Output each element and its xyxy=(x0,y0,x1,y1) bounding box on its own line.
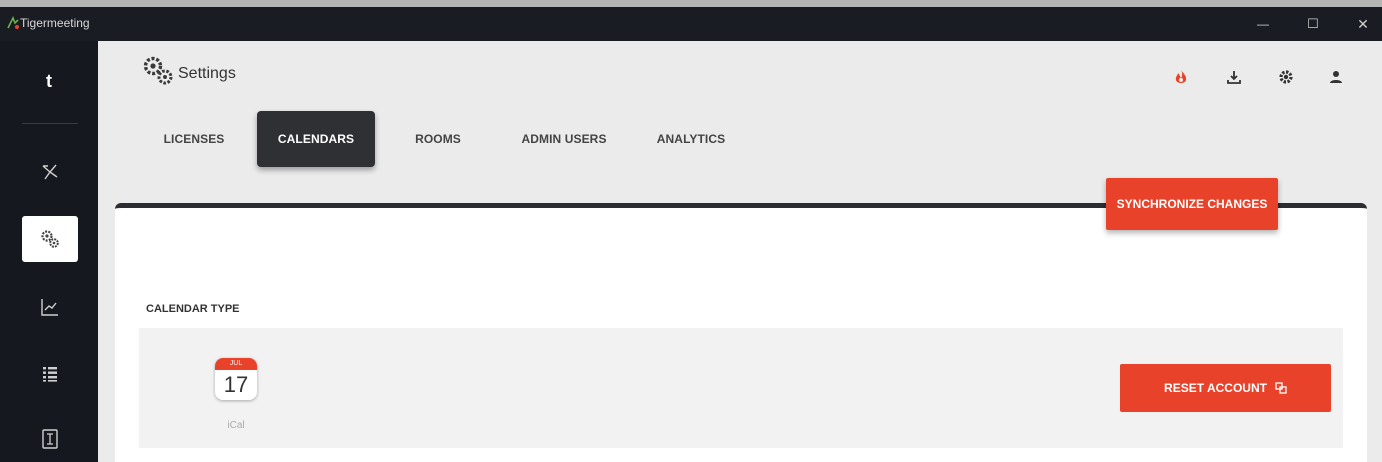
brand-logo[interactable]: t xyxy=(0,71,98,92)
fire-button[interactable] xyxy=(1169,65,1193,89)
ical-calendar-icon: JUL 17 xyxy=(215,358,257,400)
app-window: Tigermeeting — ☐ ✕ t Settings LICENSES C… xyxy=(0,7,1382,462)
gear-icon xyxy=(1279,70,1293,84)
calendar-name: iCal xyxy=(227,420,245,431)
page-header: Settings xyxy=(98,41,1382,105)
calendar-row: JUL 17 iCal RESET ACCOUNT xyxy=(139,328,1343,448)
user-icon xyxy=(1330,71,1342,83)
sidebar-item-list[interactable] xyxy=(22,351,78,397)
settings-gears-icon xyxy=(143,56,173,85)
fire-icon xyxy=(1175,69,1187,83)
download-icon xyxy=(1227,71,1241,84)
synchronize-changes-button[interactable]: SYNCHRONIZE CHANGES xyxy=(1106,178,1278,230)
download-button[interactable] xyxy=(1222,65,1246,89)
sidebar-item-analytics[interactable] xyxy=(22,284,78,330)
reset-icon xyxy=(1275,382,1287,394)
settings-button[interactable] xyxy=(1274,65,1298,89)
close-button[interactable]: ✕ xyxy=(1340,7,1382,41)
reset-account-label: RESET ACCOUNT xyxy=(1164,381,1267,395)
tab-calendars[interactable]: CALENDARS xyxy=(257,111,375,167)
reset-account-button[interactable]: RESET ACCOUNT xyxy=(1120,364,1331,412)
gears-icon xyxy=(41,230,59,248)
close-icon: ✕ xyxy=(1357,15,1369,32)
ical-day: 17 xyxy=(223,372,249,397)
network-icon xyxy=(42,164,58,180)
tab-licenses[interactable]: LICENSES xyxy=(146,111,242,167)
minimize-button[interactable]: — xyxy=(1240,7,1286,41)
chart-icon xyxy=(41,299,58,316)
document-icon xyxy=(42,429,58,449)
sidebar: t xyxy=(0,41,98,462)
window-title: Tigermeeting xyxy=(20,16,90,30)
ical-month: JUL xyxy=(215,358,257,370)
maximize-button[interactable]: ☐ xyxy=(1290,7,1336,41)
sidebar-item-settings[interactable] xyxy=(22,216,78,262)
tab-analytics[interactable]: ANALYTICS xyxy=(646,111,736,167)
sidebar-item-document[interactable] xyxy=(22,416,78,462)
tab-admin-users[interactable]: ADMIN USERS xyxy=(508,111,620,167)
page-title: Settings xyxy=(178,65,236,82)
app-logo-icon xyxy=(7,16,19,29)
calendar-type-label: CALENDAR TYPE xyxy=(146,303,240,315)
minimize-icon: — xyxy=(1257,17,1269,31)
list-icon xyxy=(43,367,57,382)
user-button[interactable] xyxy=(1324,65,1348,89)
title-bar: Tigermeeting — ☐ ✕ xyxy=(0,7,1382,41)
maximize-icon: ☐ xyxy=(1307,16,1319,31)
sidebar-divider xyxy=(22,123,78,124)
sidebar-item-network[interactable] xyxy=(22,149,78,195)
tab-rooms[interactable]: ROOMS xyxy=(398,111,478,167)
